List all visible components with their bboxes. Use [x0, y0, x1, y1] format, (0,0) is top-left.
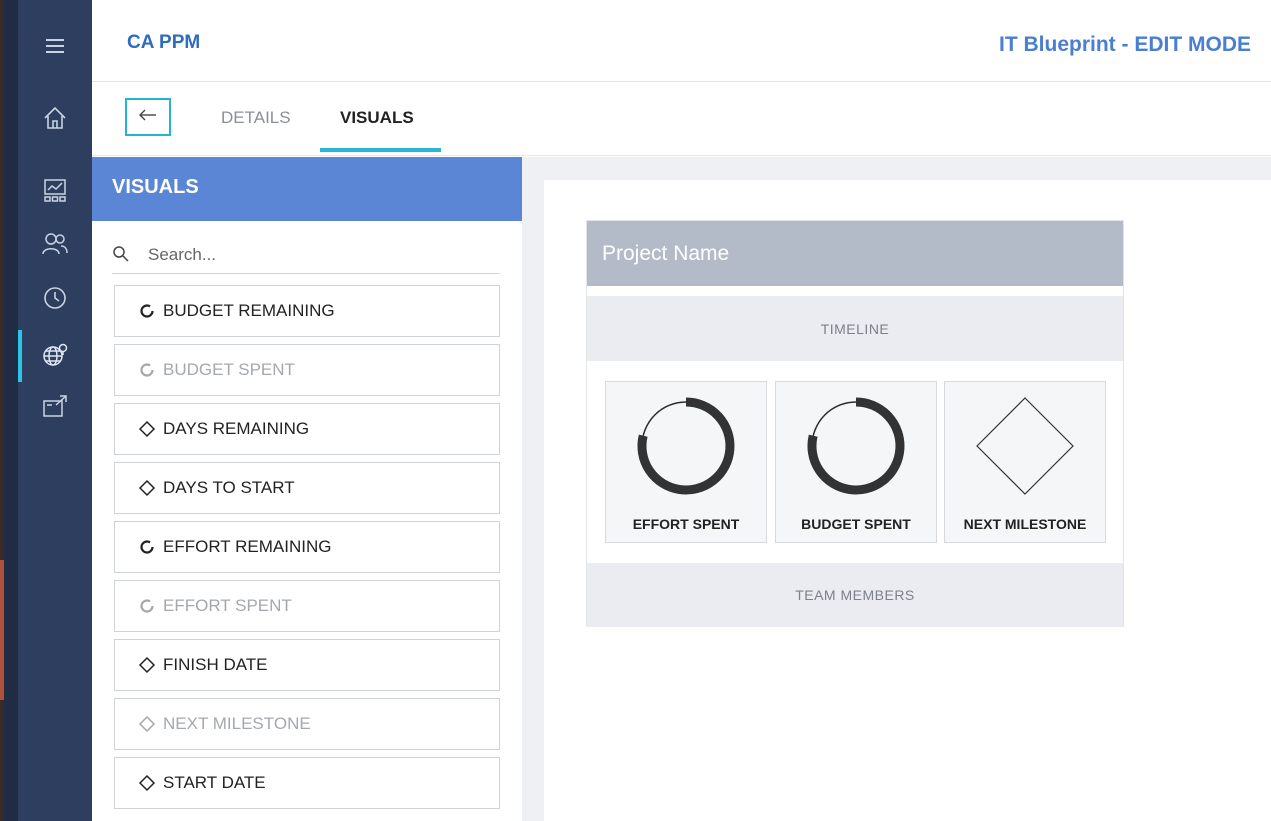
page-title: IT Blueprint - EDIT MODE — [999, 33, 1251, 56]
home-icon[interactable] — [18, 98, 92, 138]
globe-icon[interactable] — [18, 335, 92, 375]
project-card-preview: Project Name TIMELINE EFFORT SPENT BUDGE… — [586, 220, 1124, 627]
card-header: Project Name — [587, 221, 1123, 286]
visuals-panel: VISUALS BUDGET REMAINING BUDGET SPENT DA… — [92, 157, 522, 821]
arrow-left-icon — [139, 108, 157, 126]
diamond-icon — [137, 655, 157, 675]
window-edge — [0, 0, 18, 821]
visual-item-days-remaining[interactable]: DAYS REMAINING — [114, 403, 500, 455]
tile-label: BUDGET SPENT — [801, 516, 911, 532]
visual-item-label: NEXT MILESTONE — [163, 714, 311, 733]
app-brand[interactable]: CA PPM — [127, 32, 200, 54]
tab-visuals[interactable]: VISUALS — [340, 108, 414, 128]
diamond-icon — [137, 714, 157, 734]
menu-icon[interactable] — [18, 26, 92, 66]
visual-item-label: START DATE — [163, 773, 266, 792]
search-icon — [112, 245, 130, 268]
search-box — [112, 237, 500, 274]
visual-item-budget-remaining[interactable]: BUDGET REMAINING — [114, 285, 500, 337]
dashboard-icon[interactable] — [18, 170, 92, 210]
visual-item-label: DAYS REMAINING — [163, 419, 310, 438]
team-icon[interactable] — [18, 224, 92, 264]
timeline-section[interactable]: TIMELINE — [587, 296, 1123, 361]
diamond-icon — [137, 773, 157, 793]
ring-icon — [137, 301, 157, 321]
diamond-icon — [137, 419, 157, 439]
nav-rail — [18, 0, 92, 821]
visual-item-effort-remaining[interactable]: EFFORT REMAINING — [114, 521, 500, 573]
active-tab-underline — [320, 148, 441, 152]
tile-effort-spent[interactable]: EFFORT SPENT — [605, 381, 767, 543]
panel-title: VISUALS — [112, 176, 199, 198]
team-members-section[interactable]: TEAM MEMBERS — [587, 563, 1123, 627]
visual-item-label: EFFORT REMAINING — [163, 537, 332, 556]
tile-next-milestone[interactable]: NEXT MILESTONE — [944, 381, 1106, 543]
visual-item-days-to-start[interactable]: DAYS TO START — [114, 462, 500, 514]
panel-header: VISUALS — [92, 157, 522, 221]
tile-label: NEXT MILESTONE — [963, 516, 1087, 532]
app-header: CA PPM IT Blueprint - EDIT MODE — [92, 0, 1271, 82]
visual-item-label: DAYS TO START — [163, 478, 295, 497]
tab-details[interactable]: DETAILS — [221, 108, 291, 128]
diamond-icon — [976, 397, 1074, 495]
ring-icon — [137, 360, 157, 380]
visual-item-effort-spent[interactable]: EFFORT SPENT — [114, 580, 500, 632]
tab-bar: DETAILS VISUALS — [92, 82, 1271, 156]
tile-budget-spent[interactable]: BUDGET SPENT — [775, 381, 937, 543]
visual-item-next-milestone[interactable]: NEXT MILESTONE — [114, 698, 500, 750]
diamond-icon — [137, 478, 157, 498]
visual-item-start-date[interactable]: START DATE — [114, 757, 500, 809]
visual-item-label: BUDGET REMAINING — [163, 301, 335, 320]
search-input[interactable] — [146, 240, 486, 270]
ring-gauge-icon — [807, 397, 905, 495]
ring-icon — [137, 596, 157, 616]
visual-item-label: FINISH DATE — [163, 655, 268, 674]
export-icon[interactable] — [18, 386, 92, 426]
visual-item-finish-date[interactable]: FINISH DATE — [114, 639, 500, 691]
ring-icon — [137, 537, 157, 557]
clock-icon[interactable] — [18, 278, 92, 318]
visual-item-budget-spent[interactable]: BUDGET SPENT — [114, 344, 500, 396]
back-button[interactable] — [125, 98, 171, 136]
visual-item-label: EFFORT SPENT — [163, 596, 292, 615]
card-title: Project Name — [602, 242, 730, 265]
tile-label: EFFORT SPENT — [632, 516, 740, 532]
ring-gauge-icon — [637, 397, 735, 495]
visual-item-label: BUDGET SPENT — [163, 360, 295, 379]
